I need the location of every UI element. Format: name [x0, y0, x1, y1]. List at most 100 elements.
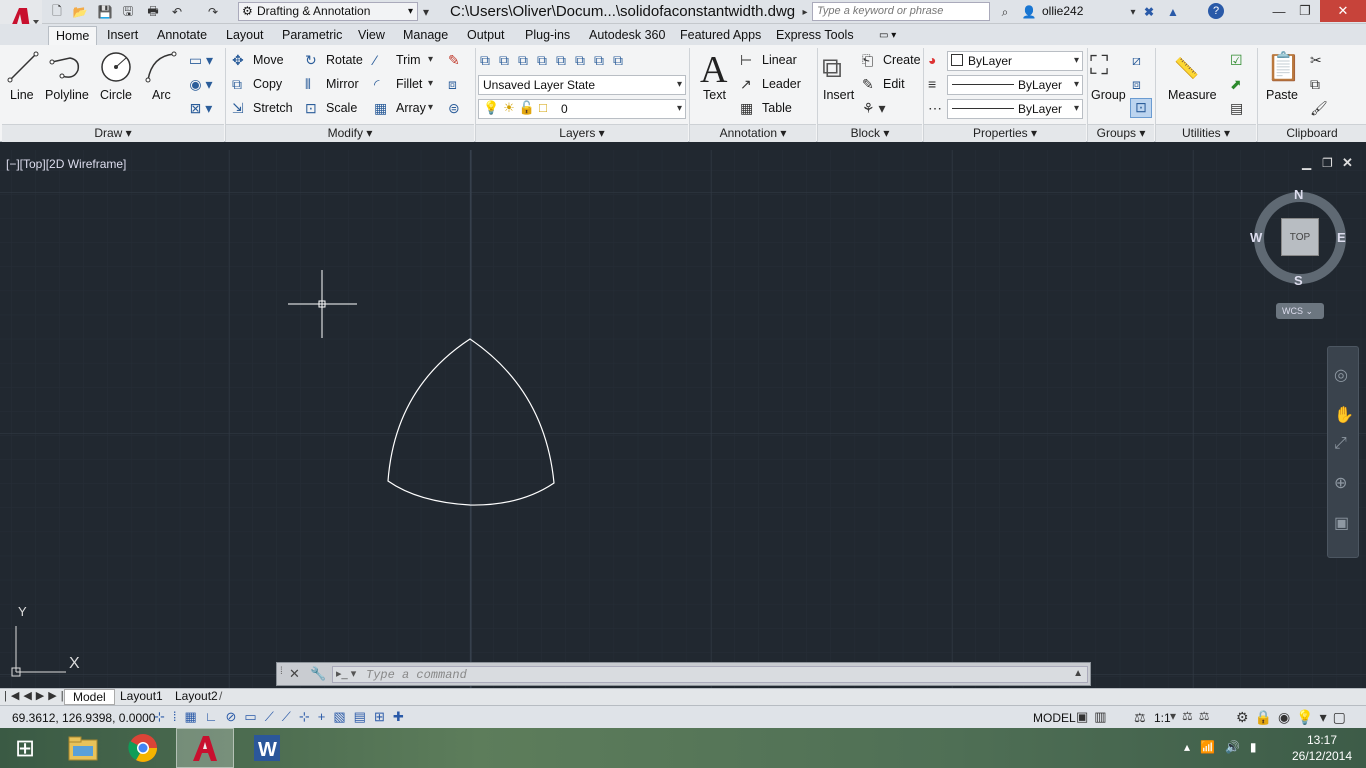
new-icon[interactable]: 🗋	[48, 3, 66, 21]
exchange-icon[interactable]: ✖	[1140, 3, 1158, 21]
match-properties-icon[interactable]: 🖌	[1310, 100, 1328, 117]
a360-icon[interactable]: ▲	[1164, 3, 1182, 21]
tab-layout1[interactable]: Layout1	[114, 689, 169, 705]
viewcube-top-face[interactable]: TOP	[1281, 218, 1319, 256]
groups-panel-footer[interactable]: Groups ▾	[1088, 124, 1154, 142]
rotate-button[interactable]: Rotate	[326, 53, 363, 67]
copy-clip-icon[interactable]: ⧉	[1310, 76, 1320, 93]
hatch-icon[interactable]: ◉ ▾	[184, 76, 218, 93]
modify-panel-footer[interactable]: Modify ▾	[226, 124, 474, 142]
layer-state-select[interactable]: Unsaved Layer State	[478, 75, 686, 95]
tab-express-tools[interactable]: Express Tools	[769, 26, 861, 45]
viewport-minimize-icon[interactable]: ▁	[1302, 156, 1311, 170]
annotation-toggles[interactable]: ▾⚖⚖	[1170, 709, 1216, 723]
taskbar-file-explorer-icon[interactable]	[54, 728, 112, 768]
circle-button[interactable]: Circle	[100, 88, 132, 102]
help-icon[interactable]: ?	[1208, 3, 1224, 19]
trim-button[interactable]: Trim	[396, 53, 421, 67]
taskbar-autocad-icon[interactable]	[176, 728, 234, 768]
command-input[interactable]: ▸_ ▾ Type a command ▲	[332, 666, 1088, 683]
plot-icon[interactable]: 🖶	[144, 3, 162, 21]
stretch-button[interactable]: Stretch	[253, 101, 293, 115]
leader-button[interactable]: Leader	[762, 77, 801, 91]
command-history-icon[interactable]: ▲	[1073, 668, 1083, 679]
drawing-canvas[interactable]	[0, 150, 1366, 688]
grip-icon[interactable]: ⁞	[280, 666, 283, 677]
rectangle-icon[interactable]: ▭ ▾	[184, 52, 218, 69]
layer-tools-icon[interactable]: ⧉⧉⧉⧉⧉⧉⧉⧉	[480, 52, 680, 69]
workspace-select[interactable]: ⚙ Drafting & Annotation ▾	[238, 2, 418, 21]
wcs-menu[interactable]: WCS ⌄	[1276, 303, 1324, 319]
quick-select-icon[interactable]: ☑	[1230, 52, 1243, 69]
tab-plug-ins[interactable]: Plug-ins	[518, 26, 577, 45]
mirror-button[interactable]: Mirror	[326, 77, 359, 91]
tab-output[interactable]: Output	[460, 26, 512, 45]
layers-panel-footer[interactable]: Layers ▾	[476, 124, 688, 142]
select-all-icon[interactable]: ⬈	[1230, 76, 1242, 93]
user-icon[interactable]: 👤	[1020, 3, 1038, 21]
redo-icon[interactable]: ↷	[204, 3, 222, 21]
array-button[interactable]: Array	[396, 101, 426, 115]
orbit-icon[interactable]: ⊕	[1334, 473, 1347, 493]
drawing-viewport[interactable]: [−][Top][2D Wireframe] Y X ▁ ❐ ✕ TOP N S…	[0, 150, 1366, 688]
tab-annotate[interactable]: Annotate	[150, 26, 214, 45]
draw-panel-footer[interactable]: Draw ▾	[2, 124, 224, 142]
save-as-icon[interactable]: 🖫	[119, 3, 137, 21]
create-button[interactable]: Create	[883, 53, 921, 67]
line-button[interactable]: Line	[10, 88, 34, 102]
fillet-button[interactable]: Fillet	[396, 77, 422, 91]
viewcube-south[interactable]: S	[1294, 273, 1303, 288]
start-button[interactable]: ⊞	[0, 728, 50, 768]
save-icon[interactable]: 💾	[96, 3, 114, 21]
model-space-button[interactable]: MODEL	[1033, 711, 1076, 725]
tab-view[interactable]: View	[351, 26, 392, 45]
group-select-icon[interactable]: ⊡	[1130, 98, 1152, 118]
tab-manage[interactable]: Manage	[396, 26, 455, 45]
annotation-scale-icon[interactable]: ⚖	[1134, 710, 1146, 726]
clock-date[interactable]: 26/12/2014	[1290, 749, 1354, 763]
tray-icons[interactable]: ▴📶🔊▮	[1184, 740, 1267, 754]
tab-featured-apps[interactable]: Featured Apps	[673, 26, 768, 45]
steering-wheel-icon[interactable]: ◎	[1334, 365, 1348, 385]
ribbon-toggle-icon[interactable]: ▭ ▾	[872, 26, 903, 45]
new-layout-icon[interactable]: /	[219, 689, 222, 703]
calculator-icon[interactable]: ▤	[1230, 100, 1243, 117]
array-dropdown-icon[interactable]: ▾	[428, 102, 433, 113]
lineweight-select[interactable]: ByLayer	[947, 99, 1083, 119]
quick-view-icons[interactable]: ▣▥	[1076, 709, 1113, 725]
utilities-panel-footer[interactable]: Utilities ▾	[1156, 124, 1256, 142]
taskbar-word-icon[interactable]: W	[238, 728, 296, 768]
command-prompt-icon[interactable]: ▸_ ▾	[336, 667, 356, 680]
cut-icon[interactable]: ✂	[1310, 52, 1322, 69]
tab-insert[interactable]: Insert	[100, 26, 145, 45]
viewcube-west[interactable]: W	[1250, 230, 1262, 245]
workspace-toggles[interactable]: ⚙🔒◉💡▾▢	[1236, 709, 1352, 726]
layout-nav-icons[interactable]: |◀◀▶▶|	[4, 689, 68, 702]
tab-layout2[interactable]: Layout2	[169, 689, 224, 705]
group-edit-icon[interactable]: ⧈	[1132, 76, 1141, 93]
block-panel-footer[interactable]: Block ▾	[818, 124, 922, 142]
coordinates-readout[interactable]: 69.3612, 126.9398, 0.0000	[12, 711, 155, 725]
play-icon[interactable]: ▸	[800, 3, 810, 21]
maximize-button[interactable]: ❐	[1290, 0, 1320, 22]
group-button[interactable]: Group	[1091, 88, 1126, 102]
edit-button[interactable]: Edit	[883, 77, 905, 91]
polyline-button[interactable]: Polyline	[45, 88, 89, 102]
drafting-toggles[interactable]: ⊹⁞▦∟⊘▭⟋⟋⊹+▧▤⊞✚	[154, 709, 412, 725]
trim-dropdown-icon[interactable]: ▾	[428, 54, 433, 65]
paste-button[interactable]: Paste	[1266, 88, 1298, 102]
gradient-icon[interactable]: ⊠ ▾	[184, 100, 218, 117]
viewport-close-icon[interactable]: ✕	[1342, 155, 1353, 171]
taskbar-chrome-icon[interactable]	[114, 728, 172, 768]
zoom-extents-icon[interactable]: ⤢	[1334, 435, 1347, 453]
text-button[interactable]: Text	[703, 88, 726, 102]
showmotion-icon[interactable]: ▣	[1334, 513, 1349, 533]
tab-home[interactable]: Home	[48, 26, 98, 45]
binoculars-icon[interactable]: ⌕	[996, 3, 1014, 21]
properties-panel-footer[interactable]: Properties ▾	[924, 124, 1086, 142]
viewcube-east[interactable]: E	[1337, 230, 1346, 245]
insert-button[interactable]: Insert	[823, 88, 854, 102]
viewport-restore-icon[interactable]: ❐	[1322, 156, 1333, 170]
close-button[interactable]: ✕	[1320, 0, 1366, 22]
erase-icon[interactable]: ✎	[448, 52, 460, 69]
